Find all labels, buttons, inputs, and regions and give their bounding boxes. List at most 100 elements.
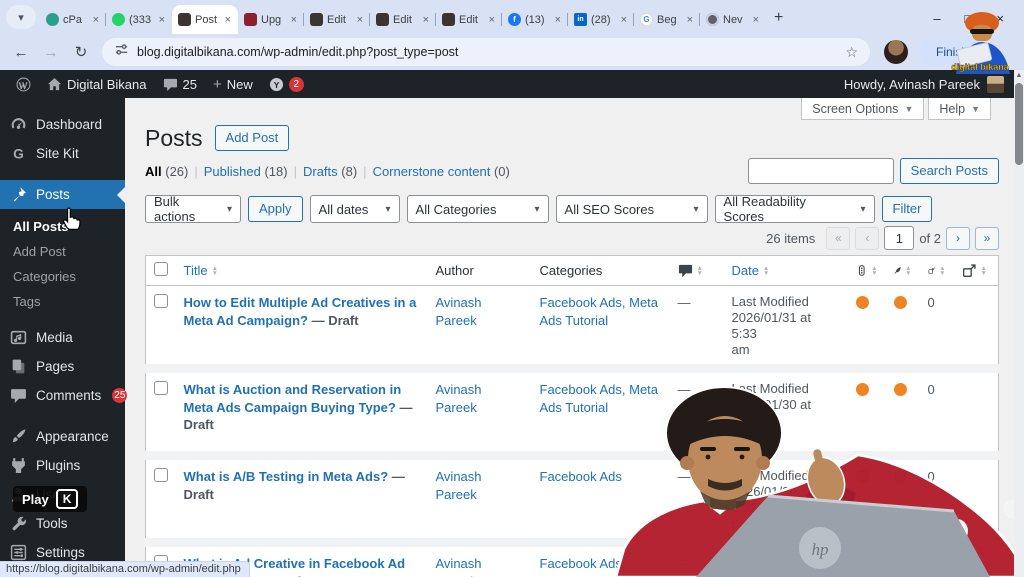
view-published[interactable]: Published (18) xyxy=(204,164,288,179)
post-author-cell: Avinash Pareek xyxy=(428,456,532,543)
bookmark-star-icon[interactable]: ☆ xyxy=(845,44,858,61)
submenu-item-tags[interactable]: Tags xyxy=(0,289,125,314)
next-page-button[interactable]: › xyxy=(946,227,970,250)
column-header-title[interactable]: Title▲▼ xyxy=(176,256,428,286)
browser-tab[interactable]: (333× xyxy=(106,5,172,34)
category-links[interactable]: Facebook Ads xyxy=(540,556,622,571)
column-header-seo-score[interactable]: ▲▼ xyxy=(848,256,886,286)
no-comments-dash: — xyxy=(678,382,691,397)
tab-close-icon[interactable]: × xyxy=(356,14,364,26)
screen-options-button[interactable]: Screen Options▼ xyxy=(801,98,924,120)
browser-profile-avatar[interactable] xyxy=(884,40,908,64)
post-title-link[interactable]: How to Edit Multiple Ad Creatives in a M… xyxy=(184,295,417,328)
apply-button[interactable]: Apply xyxy=(248,196,303,222)
admin-bar-site-link[interactable]: Digital Bikana xyxy=(39,70,155,98)
browser-tab[interactable]: in(28)× xyxy=(568,5,634,34)
tab-search-button[interactable]: ▾ xyxy=(6,5,36,29)
dates-filter-select[interactable]: All dates▾ xyxy=(310,195,400,223)
page-scrollbar[interactable]: ▲ xyxy=(1014,70,1024,577)
comments-icon xyxy=(10,387,27,404)
browser-tab[interactable]: Nev× xyxy=(700,5,766,34)
sidebar-item-plugins[interactable]: Plugins xyxy=(0,451,125,480)
browser-tab[interactable]: f(13)× xyxy=(502,5,568,34)
row-checkbox[interactable] xyxy=(154,294,168,308)
seo-scores-filter-select[interactable]: All SEO Scores▾ xyxy=(556,195,708,223)
new-tab-button[interactable]: + xyxy=(774,9,783,27)
author-link[interactable]: Avinash Pareek xyxy=(436,469,482,502)
submenu-item-all-posts[interactable]: All Posts xyxy=(0,214,125,239)
readability-filter-select[interactable]: All Readability Scores▾ xyxy=(715,195,875,223)
column-header-links-in[interactable]: ▲▼ xyxy=(920,256,954,286)
browser-tab[interactable]: Edit× xyxy=(436,5,502,34)
address-bar[interactable]: blog.digitalbikana.com/wp-admin/edit.php… xyxy=(102,38,870,66)
column-header-comments[interactable]: ▲▼ xyxy=(670,256,724,286)
browser-tab[interactable]: Edit× xyxy=(370,5,436,34)
help-button[interactable]: Help▼ xyxy=(928,98,991,120)
post-title-link[interactable]: What is A/B Testing in Meta Ads? xyxy=(184,469,389,484)
reload-icon[interactable]: ↻ xyxy=(68,43,94,61)
tab-close-icon[interactable]: × xyxy=(686,14,694,26)
row-checkbox[interactable] xyxy=(154,468,168,482)
back-icon[interactable]: ← xyxy=(8,44,34,61)
tab-close-icon[interactable]: × xyxy=(752,14,760,26)
current-page-input[interactable] xyxy=(884,226,914,250)
first-page-button[interactable]: « xyxy=(826,227,850,250)
author-link[interactable]: Avinash Pareek xyxy=(436,556,482,577)
category-links[interactable]: Facebook Ads xyxy=(540,469,622,484)
wp-logo-icon[interactable] xyxy=(8,70,39,98)
browser-tab[interactable]: Post× xyxy=(172,5,238,34)
submenu-item-categories[interactable]: Categories xyxy=(0,264,125,289)
column-header-date[interactable]: Date▲▼ xyxy=(724,256,848,286)
sidebar-item-pages[interactable]: Pages xyxy=(0,352,125,381)
post-title-link[interactable]: What is Auction and Reservation in Meta … xyxy=(184,382,402,415)
last-page-button[interactable]: » xyxy=(975,227,999,250)
column-header-readability[interactable]: ▲▼ xyxy=(886,256,920,286)
browser-tab[interactable]: cPa× xyxy=(40,5,106,34)
column-header-links-out[interactable]: ▲▼ xyxy=(954,256,999,286)
author-link[interactable]: Avinash Pareek xyxy=(436,382,482,415)
sidebar-item-media[interactable]: Media xyxy=(0,323,125,352)
tab-close-icon[interactable]: × xyxy=(290,14,298,26)
tab-close-icon[interactable]: × xyxy=(620,14,628,26)
sidebar-item-tools[interactable]: Tools xyxy=(0,509,125,538)
select-all-checkbox[interactable] xyxy=(154,262,168,276)
tab-close-icon[interactable]: × xyxy=(158,14,166,26)
tab-close-icon[interactable]: × xyxy=(422,14,430,26)
sidebar-item-comments[interactable]: Comments25 xyxy=(0,381,125,410)
browser-tab[interactable]: Upg× xyxy=(238,5,304,34)
author-link[interactable]: Avinash Pareek xyxy=(436,295,482,328)
admin-bar-new[interactable]: + New xyxy=(205,70,261,98)
forward-icon[interactable]: → xyxy=(38,44,64,61)
sidebar-item-site-kit[interactable]: GSite Kit xyxy=(0,139,125,168)
search-input[interactable] xyxy=(748,158,894,184)
view-all[interactable]: All (26) xyxy=(145,164,188,179)
prev-page-button[interactable]: ‹ xyxy=(855,227,879,250)
tab-close-icon[interactable]: × xyxy=(92,14,100,26)
admin-bar-account[interactable]: Howdy, Avinash Pareek xyxy=(844,76,1016,93)
page-title: Posts xyxy=(145,125,203,152)
sidebar-item-dashboard[interactable]: Dashboard xyxy=(0,110,125,139)
search-posts-button[interactable]: Search Posts xyxy=(900,158,999,184)
view-drafts[interactable]: Drafts (8) xyxy=(303,164,357,179)
site-info-icon[interactable] xyxy=(114,42,129,62)
submenu-item-add-post[interactable]: Add Post xyxy=(0,239,125,264)
tab-close-icon[interactable]: × xyxy=(224,14,232,26)
post-status-views: All (26)|Published (18)|Drafts (8)|Corne… xyxy=(145,164,510,179)
browser-tab[interactable]: Edit× xyxy=(304,5,370,34)
filter-button[interactable]: Filter xyxy=(882,196,933,222)
browser-tab[interactable]: GBeg× xyxy=(634,5,700,34)
row-checkbox[interactable] xyxy=(154,381,168,395)
categories-filter-select[interactable]: All Categories▾ xyxy=(407,195,549,223)
add-post-button[interactable]: Add Post xyxy=(215,125,290,151)
category-links[interactable]: Facebook Ads, Meta Ads Tutorial xyxy=(540,382,659,415)
admin-bar-comments[interactable]: 25 xyxy=(155,70,205,98)
category-links[interactable]: Facebook Ads, Meta Ads Tutorial xyxy=(540,295,659,328)
tab-close-icon[interactable]: × xyxy=(488,14,496,26)
tab-close-icon[interactable]: × xyxy=(554,14,562,26)
scrollbar-thumb[interactable] xyxy=(1015,83,1023,165)
bulk-actions-select[interactable]: Bulk actions▾ xyxy=(145,195,241,223)
sidebar-item-posts[interactable]: Posts xyxy=(0,180,125,209)
view-cornerstone-content[interactable]: Cornerstone content (0) xyxy=(373,164,510,179)
admin-bar-yoast[interactable]: Y 2 xyxy=(261,70,312,98)
sidebar-item-appearance[interactable]: Appearance xyxy=(0,422,125,451)
